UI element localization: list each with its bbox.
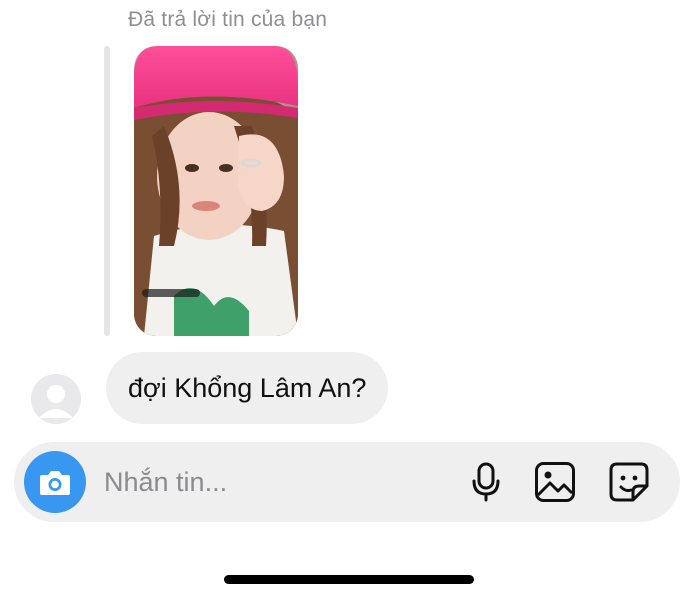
camera-icon: [40, 471, 70, 495]
sticker-icon: [609, 462, 649, 502]
voice-message-button[interactable]: [464, 460, 508, 504]
reply-context-label: Đã trả lời tin của bạn: [128, 8, 328, 31]
quote-bar: [104, 46, 110, 336]
camera-button[interactable]: [24, 451, 86, 513]
message-input[interactable]: [104, 462, 434, 502]
message-bubble[interactable]: đợi Khổng Lâm An?: [106, 352, 389, 424]
gallery-button[interactable]: [533, 460, 577, 504]
message-text: đợi Khổng Lâm An?: [128, 372, 367, 403]
sender-avatar[interactable]: [31, 374, 81, 424]
image-gallery-icon: [535, 462, 575, 502]
microphone-icon: [472, 462, 500, 502]
replied-story-thumbnail[interactable]: [134, 46, 298, 336]
default-avatar-icon: [31, 374, 81, 424]
sticker-button[interactable]: [607, 460, 651, 504]
home-indicator[interactable]: [224, 575, 474, 584]
story-photo: [134, 46, 298, 336]
message-composer: [14, 442, 680, 522]
